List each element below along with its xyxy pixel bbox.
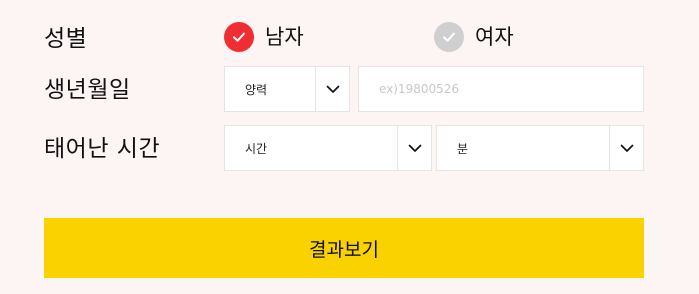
check-icon [434,22,464,52]
birthdate-label: 생년월일 [44,77,131,103]
birthtime-label: 태어난 시간 [44,136,161,162]
gender-option-female[interactable]: 여자 [434,22,514,52]
birth-hour-value: 시간 [245,141,268,156]
birth-hour-select[interactable]: 시간 [224,125,432,171]
birth-minute-select[interactable]: 분 [436,125,644,171]
gender-option-label: 여자 [475,25,514,49]
gender-option-male[interactable]: 남자 [224,22,304,52]
chevron-down-icon [609,126,643,170]
chevron-down-icon [315,67,349,111]
chevron-down-icon [397,126,431,170]
view-result-button[interactable]: 결과보기 [44,218,644,278]
birth-minute-value: 분 [457,141,469,156]
check-icon [224,22,254,52]
gender-option-label: 남자 [265,25,304,49]
birthdate-input[interactable] [358,66,644,112]
calendar-type-select[interactable]: 양력 [224,66,350,112]
calendar-type-value: 양력 [245,82,268,97]
gender-label: 성별 [44,26,88,52]
